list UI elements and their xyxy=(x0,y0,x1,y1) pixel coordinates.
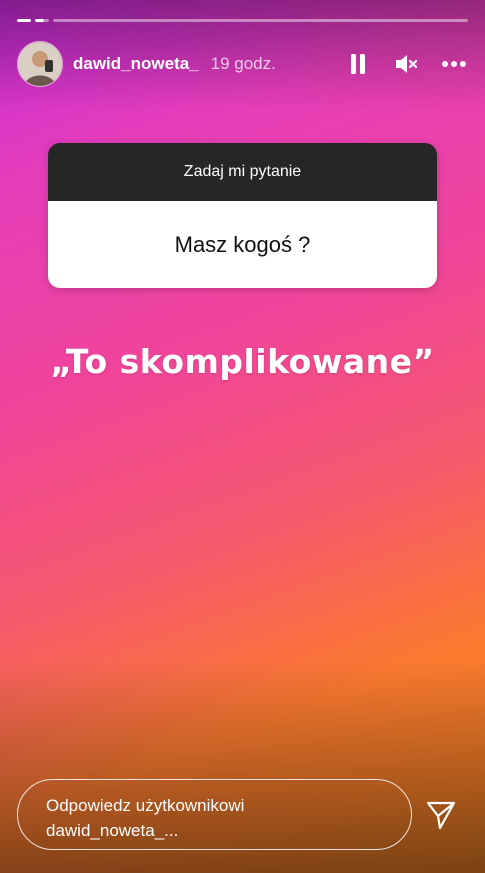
reply-input[interactable]: Odpowiedz użytkownikowi dawid_noweta_... xyxy=(17,779,412,850)
muted-speaker-icon[interactable] xyxy=(392,50,420,78)
story-progress-bar xyxy=(17,19,468,22)
question-text: Masz kogoś ? xyxy=(48,201,437,288)
send-icon[interactable] xyxy=(424,798,458,832)
time-ago: 19 godz. xyxy=(210,54,276,73)
avatar[interactable] xyxy=(17,41,63,87)
reply-placeholder-line1: Odpowiedz użytkownikowi xyxy=(46,796,245,815)
progress-segment xyxy=(17,19,31,22)
story-header: dawid_noweta_ 19 godz. xyxy=(17,40,468,88)
more-options-icon[interactable] xyxy=(440,50,468,78)
story-controls xyxy=(344,50,468,78)
pause-icon[interactable] xyxy=(344,50,372,78)
progress-segment-current xyxy=(35,19,49,22)
question-sticker: Zadaj mi pytanie Masz kogoś ? xyxy=(48,143,437,288)
question-sticker-title: Zadaj mi pytanie xyxy=(48,143,437,201)
reply-placeholder-line2: dawid_noweta_... xyxy=(46,821,179,840)
answer-text: „To skomplikowane” xyxy=(50,342,435,381)
username[interactable]: dawid_noweta_ xyxy=(73,54,199,74)
progress-segment xyxy=(53,19,468,22)
